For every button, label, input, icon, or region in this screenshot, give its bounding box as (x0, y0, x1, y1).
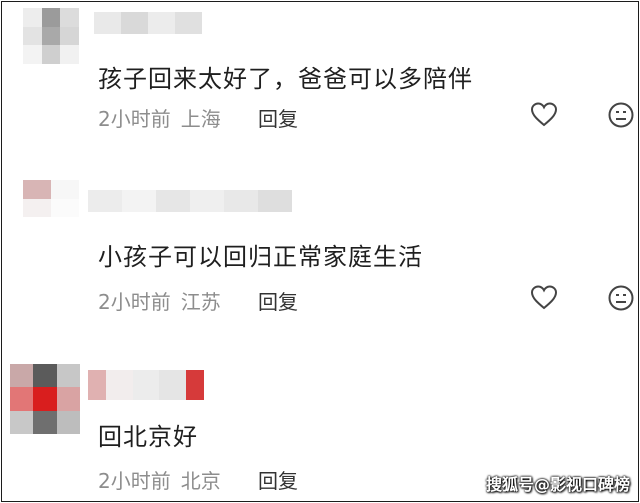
comment-list-screenshot: 孩子回来太好了，爸爸可以多陪伴 2小时前 上海 回复 小孩子可以回归正常家庭生活 … (1, 1, 639, 502)
comment-meta: 2小时前 江苏 (98, 286, 221, 315)
comment-location: 上海 (180, 107, 221, 131)
username-blurred[interactable] (88, 370, 204, 400)
neutral-face-icon[interactable] (606, 100, 636, 130)
comment-text: 孩子回来太好了，爸爸可以多陪伴 (98, 65, 473, 93)
watermark: 搜狐号@影视口碑榜 (485, 475, 630, 494)
neutral-face-icon[interactable] (606, 283, 636, 313)
comment-meta: 2小时前 北京 (98, 465, 221, 494)
username-blurred[interactable] (88, 190, 292, 212)
reply-button[interactable]: 回复 (258, 465, 298, 494)
comment-time: 2小时前 (98, 290, 171, 314)
username-blurred[interactable] (94, 12, 202, 34)
comment-text: 回北京好 (98, 423, 198, 451)
avatar[interactable] (10, 364, 80, 434)
reply-button[interactable]: 回复 (258, 103, 298, 132)
heart-outline-icon[interactable] (529, 283, 559, 313)
comment-time: 2小时前 (98, 469, 171, 493)
comment-text: 小孩子可以回归正常家庭生活 (98, 243, 423, 271)
comment-time: 2小时前 (98, 107, 171, 131)
heart-outline-icon[interactable] (529, 100, 559, 130)
avatar[interactable] (23, 180, 79, 236)
comment-location: 北京 (180, 469, 221, 493)
comment-location: 江苏 (180, 290, 221, 314)
comment-meta: 2小时前 上海 (98, 103, 221, 132)
reply-button[interactable]: 回复 (258, 286, 298, 315)
avatar[interactable] (23, 8, 79, 64)
